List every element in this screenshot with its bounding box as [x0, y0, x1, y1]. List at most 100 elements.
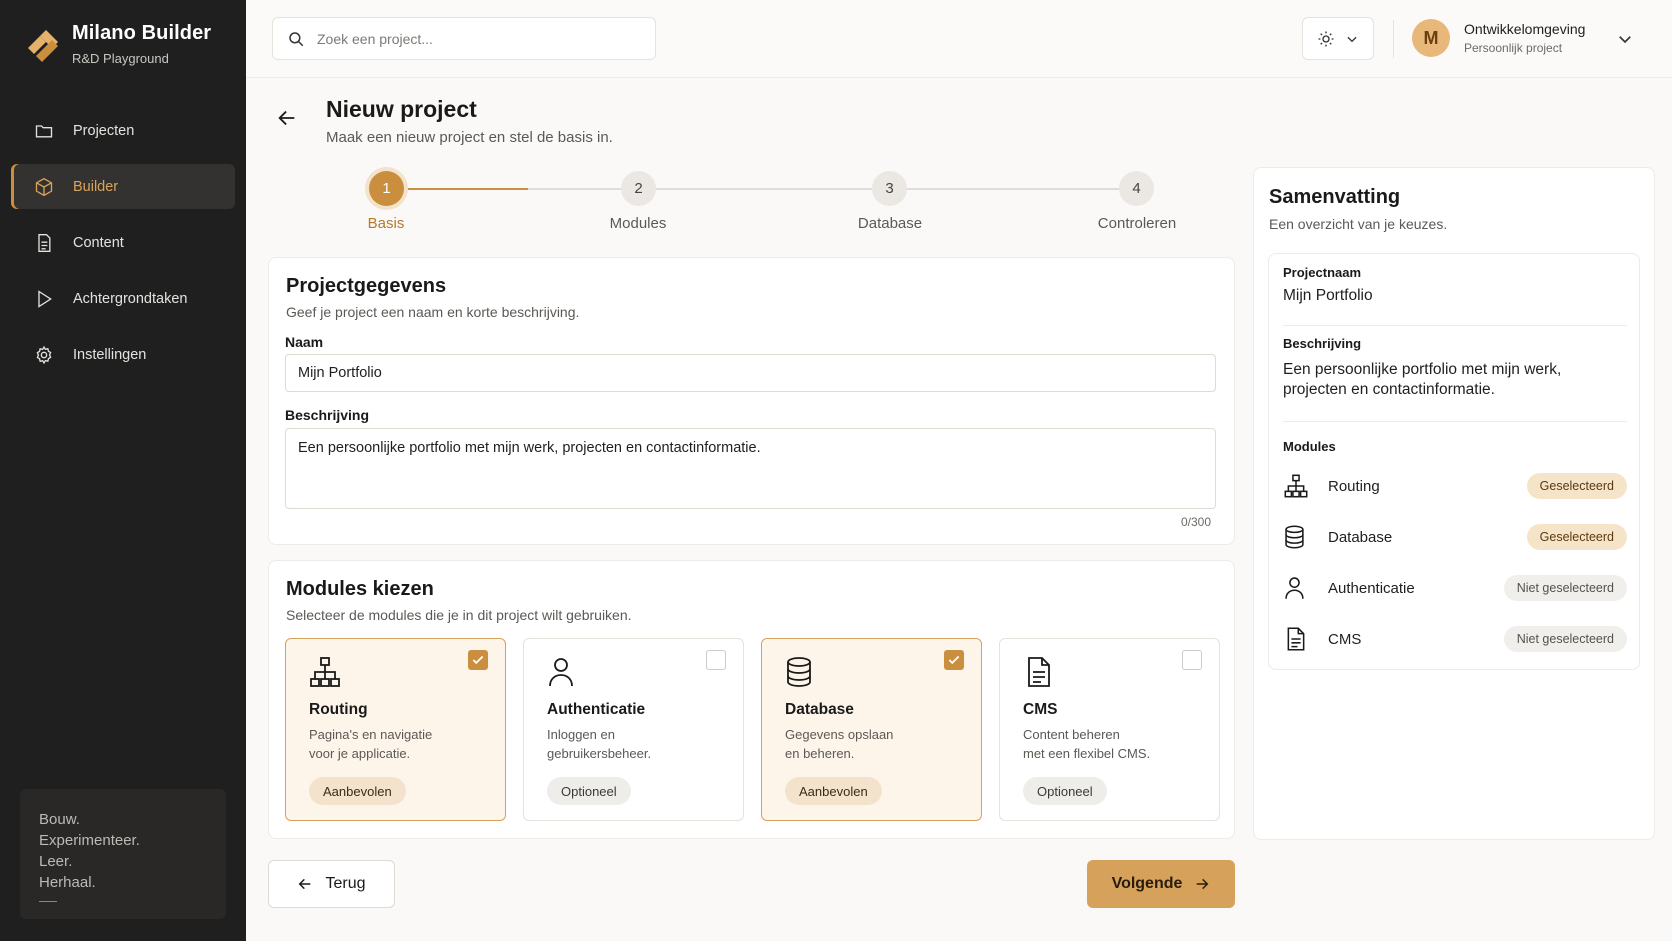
status-badge: Niet geselecteerd	[1503, 575, 1627, 601]
section-subtitle: Geef je project een naam en korte beschr…	[286, 304, 580, 320]
summary-module-name: Routing	[1328, 477, 1380, 495]
module-card-database[interactable]: Database Gegevens opslaan en beheren. Aa…	[761, 638, 982, 821]
step-2-label: Modules	[609, 215, 667, 232]
sidebar-item-content[interactable]: Content	[11, 220, 235, 265]
module-description: Content beheren met een flexibel CMS.	[1023, 725, 1203, 763]
module-description-line: met een flexibel CMS.	[1023, 746, 1151, 761]
module-checkbox[interactable]	[1182, 650, 1202, 670]
sidebar: Milano Builder R&D Playground Projecten …	[0, 0, 246, 941]
summary-title: Samenvatting	[1269, 186, 1401, 208]
description-label: Beschrijving	[285, 407, 370, 423]
motto-line: Herhaal.	[39, 874, 96, 891]
summary-module-cms: CMS Niet geselecteerd	[1283, 625, 1627, 653]
step-4-circle[interactable]: 4	[1119, 171, 1154, 206]
sidebar-nav: Projecten Builder Content Achtergrondtak…	[11, 108, 235, 388]
summary-module-routing: Routing Geselecteerd	[1283, 472, 1627, 500]
summary-module-name: CMS	[1328, 630, 1362, 648]
step-3-circle[interactable]: 3	[872, 171, 907, 206]
module-tag: Aanbevolen	[309, 777, 406, 805]
sidebar-item-projecten[interactable]: Projecten	[11, 108, 235, 153]
module-checkbox[interactable]	[944, 650, 964, 670]
character-counter: 0/300	[1181, 515, 1212, 529]
module-description-line: Inloggen en	[547, 727, 615, 742]
module-card-cms[interactable]: CMS Content beheren met een flexibel CMS…	[999, 638, 1220, 821]
module-name: Authenticatie	[547, 701, 646, 718]
gear-icon	[33, 344, 55, 366]
step-1-circle[interactable]: 1	[369, 171, 404, 206]
database-icon	[1285, 525, 1304, 549]
section-title: Projectgegevens	[286, 275, 447, 297]
summary-modules-label: Modules	[1283, 439, 1336, 454]
status-badge: Geselecteerd	[1526, 473, 1627, 499]
module-checkbox[interactable]	[468, 650, 488, 670]
search-box[interactable]	[272, 17, 656, 60]
brand-subtitle: R&D Playground	[72, 51, 169, 66]
database-icon	[787, 657, 811, 687]
summary-divider	[1283, 325, 1627, 326]
sitemap-icon	[310, 657, 340, 687]
module-tag: Optioneel	[547, 777, 631, 805]
sitemap-icon	[1284, 474, 1308, 498]
module-description-line: Gegevens opslaan	[785, 727, 894, 742]
name-label: Naam	[285, 334, 324, 350]
chevron-down-icon[interactable]	[1616, 30, 1634, 48]
chevron-down-icon	[1347, 36, 1357, 42]
module-description-line: gebruikersbeheer.	[547, 746, 652, 761]
summary-module-name: Database	[1328, 528, 1393, 546]
sidebar-item-achtergrondtaken[interactable]: Achtergrondtaken	[11, 276, 235, 321]
user-name: Ontwikkelomgeving	[1464, 21, 1586, 37]
user-menu[interactable]: M Ontwikkelomgeving Persoonlijk project	[1412, 19, 1585, 57]
summary-inner-card	[1268, 253, 1640, 670]
description-textarea[interactable]: Een persoonlijke portfolio met mijn werk…	[285, 428, 1216, 509]
motto-line: Experimenteer.	[39, 832, 140, 849]
avatar: M	[1412, 19, 1450, 57]
back-button-label: Terug	[325, 875, 366, 892]
sidebar-item-label: Projecten	[73, 122, 135, 139]
name-input[interactable]: Mijn Portfolio	[285, 354, 1216, 392]
next-button[interactable]: Volgende	[1087, 860, 1235, 908]
step-1-label: Basis	[367, 215, 405, 232]
logo-icon	[28, 30, 58, 62]
back-arrow-icon[interactable]	[276, 107, 298, 129]
sidebar-item-label: Builder	[73, 178, 119, 195]
play-icon	[33, 288, 55, 310]
arrow-left-icon	[299, 878, 311, 890]
document-icon	[33, 232, 55, 254]
module-description-line: Pagina's en navigatie	[309, 727, 433, 742]
module-card-routing[interactable]: Routing Pagina's en navigatie voor je ap…	[285, 638, 506, 821]
sun-icon	[1318, 31, 1334, 46]
sidebar-item-instellingen[interactable]: Instellingen	[11, 332, 235, 377]
brand[interactable]: Milano Builder R&D Playground	[26, 22, 211, 66]
user-subtitle: Persoonlijk project	[1464, 41, 1563, 55]
summary-divider	[1283, 421, 1627, 422]
module-name: Database	[785, 701, 854, 718]
document-icon	[1028, 657, 1050, 687]
module-description: Gegevens opslaan en beheren.	[785, 725, 965, 763]
search-icon	[289, 31, 304, 46]
topbar-divider	[1393, 20, 1394, 58]
step-4-label: Controleren	[1097, 215, 1177, 232]
module-card-authenticatie[interactable]: Authenticatie Inloggen en gebruikersbehe…	[523, 638, 744, 821]
back-button[interactable]: Terug	[268, 860, 395, 908]
theme-toggle-button[interactable]	[1302, 17, 1374, 60]
document-icon	[1287, 627, 1305, 651]
cube-icon	[33, 176, 55, 198]
sidebar-item-builder[interactable]: Builder	[11, 164, 235, 209]
summary-description-line: Een persoonlijke portfolio met mijn werk…	[1283, 361, 1562, 378]
arrow-right-icon	[1197, 878, 1209, 890]
module-description: Inloggen en gebruikersbeheer.	[547, 725, 727, 763]
sidebar-item-label: Instellingen	[73, 346, 147, 363]
summary-project-label: Projectnaam	[1283, 265, 1362, 280]
check-icon	[948, 655, 960, 665]
section-subtitle: Selecteer de modules die je in dit proje…	[286, 607, 632, 623]
step-connector	[906, 188, 1119, 190]
motto-line: Bouw.	[39, 811, 80, 828]
summary-subtitle: Een overzicht van je keuzes.	[1269, 216, 1448, 232]
search-input[interactable]	[317, 30, 617, 47]
sidebar-item-label: Content	[73, 234, 124, 251]
summary-module-database: Database Geselecteerd	[1283, 523, 1627, 551]
step-2-circle[interactable]: 2	[621, 171, 656, 206]
step-3-label: Database	[857, 215, 923, 232]
module-checkbox[interactable]	[706, 650, 726, 670]
module-description-line: en beheren.	[785, 746, 855, 761]
